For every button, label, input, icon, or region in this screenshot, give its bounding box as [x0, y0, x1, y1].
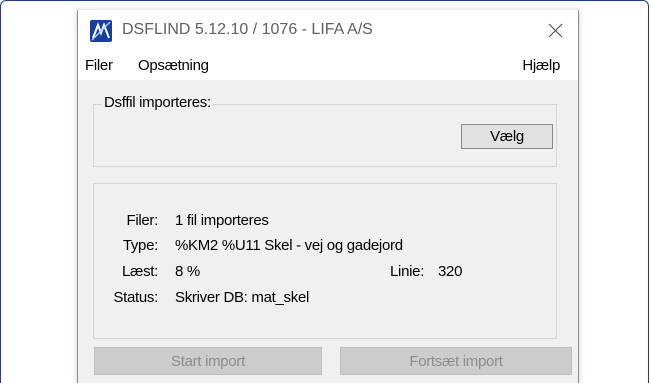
status-label: Status:	[113, 289, 158, 306]
line-label: Linie:	[390, 263, 425, 280]
import-status-panel	[93, 183, 557, 339]
read-value: 8 %	[175, 263, 200, 280]
title-bar[interactable]: DSFLIND 5.12.10 / 1076 - LIFA A/S	[78, 10, 578, 50]
close-icon	[548, 23, 562, 37]
start-import-button[interactable]: Start import	[94, 347, 322, 375]
window-title: DSFLIND 5.12.10 / 1076 - LIFA A/S	[122, 21, 373, 38]
type-value: %KM2 %U11 Skel - vej og gadejord	[175, 237, 403, 254]
files-value: 1 fil importeres	[175, 212, 269, 229]
files-label: Filer:	[126, 212, 158, 229]
import-file-legend: Dsffil importeres:	[102, 94, 213, 111]
dsflind-app-icon	[90, 20, 112, 42]
continue-import-button[interactable]: Fortsæt import	[340, 347, 572, 375]
type-label: Type:	[122, 237, 158, 254]
read-label: Læst:	[121, 263, 158, 280]
menu-bar: Filer Opsætning Hjælp	[78, 50, 578, 80]
close-button[interactable]	[532, 10, 578, 50]
menu-filer[interactable]: Filer	[85, 57, 113, 74]
choose-file-button[interactable]: Vælg	[461, 124, 553, 149]
status-value: Skriver DB: mat_skel	[175, 289, 310, 306]
line-value: 320	[438, 263, 463, 280]
dsflind-window: DSFLIND 5.12.10 / 1076 - LIFA A/S Filer …	[77, 10, 579, 383]
menu-hjaelp[interactable]: Hjælp	[522, 57, 560, 74]
menu-opsaetning[interactable]: Opsætning	[138, 57, 209, 74]
